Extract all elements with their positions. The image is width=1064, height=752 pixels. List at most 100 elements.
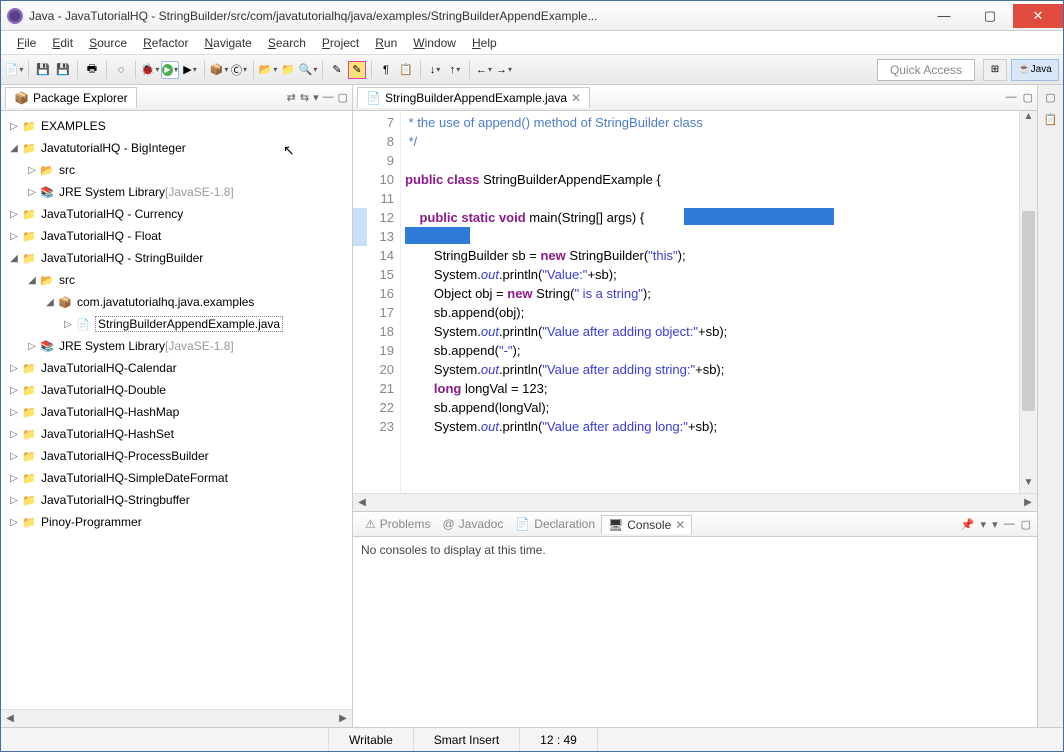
scroll-right-icon[interactable]: ▶: [1019, 497, 1037, 508]
open-task-button[interactable]: 📁: [279, 61, 297, 79]
new-package-button[interactable]: 📦: [210, 61, 228, 79]
tree-item[interactable]: ◢📁JavaTutorialHQ - StringBuilder: [1, 247, 352, 269]
open-perspective-button[interactable]: ⊞: [983, 59, 1007, 81]
new-class-button[interactable]: Ⓒ: [230, 61, 248, 79]
maximize-view-icon[interactable]: ▢: [338, 91, 348, 104]
menu-help[interactable]: Help: [464, 34, 505, 52]
minimize-view-icon[interactable]: —: [323, 91, 334, 104]
tab-console[interactable]: 🖥 Console ✕: [601, 515, 692, 534]
tree-item[interactable]: ◢📁JavatutorialHQ - BigInteger: [1, 137, 352, 159]
toggle-mark-button[interactable]: ✎: [328, 61, 346, 79]
editor-tab[interactable]: 📄 StringBuilderAppendExample.java ✕: [357, 87, 590, 108]
tree-item[interactable]: ▷📚JRE System Library [JavaSE-1.8]: [1, 181, 352, 203]
run-last-button[interactable]: ▶: [181, 61, 199, 79]
prev-annotation-button[interactable]: ↑: [446, 61, 464, 79]
tree-item[interactable]: ▷📁JavaTutorialHQ-Calendar: [1, 357, 352, 379]
link-editor-icon[interactable]: ⇆: [300, 91, 309, 104]
minimize-editor-icon[interactable]: —: [1006, 91, 1017, 104]
skip-breakpoints-button[interactable]: ◌: [112, 61, 130, 79]
line-gutter[interactable]: 7891011121314151617181920212223: [353, 111, 401, 493]
scroll-right-icon[interactable]: ▶: [334, 713, 352, 724]
package-explorer-tab[interactable]: 📦 Package Explorer: [5, 87, 137, 108]
quick-access[interactable]: Quick Access: [877, 59, 975, 81]
menu-window[interactable]: Window: [405, 34, 464, 52]
code-editor[interactable]: 7891011121314151617181920212223 * the us…: [353, 111, 1037, 493]
tree-item[interactable]: ▷📂src: [1, 159, 352, 181]
status-writable: Writable: [329, 728, 414, 751]
minimize-bottom-icon[interactable]: —: [1004, 518, 1015, 531]
open-type-button[interactable]: 📂: [259, 61, 277, 79]
toggle-block-button[interactable]: ✎: [348, 61, 366, 79]
menu-project[interactable]: Project: [314, 34, 367, 52]
annotation-button[interactable]: 📋: [397, 61, 415, 79]
tab-declaration[interactable]: 📄 Declaration: [509, 515, 601, 533]
package-tree[interactable]: ▷📁EXAMPLES◢📁JavatutorialHQ - BigInteger▷…: [1, 111, 352, 709]
bottom-tabs: ⚠ Problems@ Javadoc📄 Declaration🖥 Consol…: [353, 511, 1037, 537]
view-menu-icon[interactable]: ▾: [313, 91, 319, 104]
eclipse-icon: [7, 8, 23, 24]
next-annotation-button[interactable]: ↓: [426, 61, 444, 79]
menu-source[interactable]: Source: [81, 34, 135, 52]
tree-item[interactable]: ◢📦com.javatutorialhq.java.examples: [1, 291, 352, 313]
open-console-icon[interactable]: ▾: [992, 518, 998, 531]
package-explorer-view: 📦 Package Explorer ⇄ ⇆ ▾ — ▢ ▷📁EXAMPLES◢…: [1, 85, 353, 727]
editor-horizontal-scrollbar[interactable]: ◀ ▶: [353, 493, 1037, 511]
back-button[interactable]: ←: [475, 61, 493, 79]
outline-icon[interactable]: 📋: [1043, 113, 1059, 129]
tree-item[interactable]: ▷📁EXAMPLES: [1, 115, 352, 137]
menu-search[interactable]: Search: [260, 34, 314, 52]
tree-item[interactable]: ▷📁JavaTutorialHQ-ProcessBuilder: [1, 445, 352, 467]
vertical-scrollbar[interactable]: ▲ ▼: [1019, 111, 1037, 493]
tree-item[interactable]: ▷📁JavaTutorialHQ-Stringbuffer: [1, 489, 352, 511]
run-button[interactable]: ▶: [161, 61, 179, 79]
maximize-editor-icon[interactable]: ▢: [1023, 91, 1033, 104]
close-button[interactable]: ✕: [1013, 4, 1063, 28]
menu-file[interactable]: File: [9, 34, 44, 52]
menu-refactor[interactable]: Refactor: [135, 34, 196, 52]
tree-item[interactable]: ▷📁Pinoy-Programmer: [1, 511, 352, 533]
horizontal-scrollbar[interactable]: ◀ ▶: [1, 709, 352, 727]
scroll-down-icon[interactable]: ▼: [1020, 477, 1037, 493]
tree-item[interactable]: ▷📁JavaTutorialHQ - Currency: [1, 203, 352, 225]
save-button[interactable]: 💾: [34, 61, 52, 79]
status-position: 12 : 49: [520, 728, 598, 751]
title-bar: Java - JavaTutorialHQ - StringBuilder/sr…: [1, 1, 1063, 31]
menu-run[interactable]: Run: [367, 34, 405, 52]
tree-item[interactable]: ▷📁JavaTutorialHQ-HashSet: [1, 423, 352, 445]
status-bar: Writable Smart Insert 12 : 49: [1, 727, 1063, 751]
minimize-button[interactable]: —: [921, 4, 967, 28]
tree-item[interactable]: ◢📂src: [1, 269, 352, 291]
tree-item[interactable]: ▷📁JavaTutorialHQ-Double: [1, 379, 352, 401]
tab-problems[interactable]: ⚠ Problems: [359, 515, 436, 533]
pin-console-icon[interactable]: 📌: [961, 518, 975, 531]
show-whitespace-button[interactable]: ¶: [377, 61, 395, 79]
scroll-left-icon[interactable]: ◀: [353, 497, 371, 508]
collapse-all-icon[interactable]: ⇄: [287, 91, 296, 104]
tree-item[interactable]: ▷📁JavaTutorialHQ-SimpleDateFormat: [1, 467, 352, 489]
display-console-icon[interactable]: ▾: [981, 518, 987, 531]
tree-item[interactable]: ▷📁JavaTutorialHQ - Float: [1, 225, 352, 247]
restore-icon[interactable]: ▢: [1043, 91, 1059, 107]
menu-edit[interactable]: Edit: [44, 34, 81, 52]
search-button[interactable]: 🔍: [299, 61, 317, 79]
close-tab-icon[interactable]: ✕: [571, 91, 581, 105]
scroll-up-icon[interactable]: ▲: [1020, 111, 1037, 127]
print-button[interactable]: 🖶: [83, 61, 101, 79]
maximize-button[interactable]: ▢: [967, 4, 1013, 28]
new-button[interactable]: 📄: [5, 61, 23, 79]
main-toolbar: 📄 💾 💾 🖶 ◌ 🐞 ▶ ▶ 📦 Ⓒ 📂 📁 🔍 ✎ ✎ ¶ 📋 ↓ ↑ ← …: [1, 55, 1063, 85]
scroll-thumb[interactable]: [1022, 211, 1035, 411]
forward-button[interactable]: →: [495, 61, 513, 79]
menu-navigate[interactable]: Navigate: [196, 34, 259, 52]
console-view: No consoles to display at this time.: [353, 537, 1037, 727]
tree-item[interactable]: ▷📁JavaTutorialHQ-HashMap: [1, 401, 352, 423]
tree-item[interactable]: ▷📄StringBuilderAppendExample.java: [1, 313, 352, 335]
save-all-button[interactable]: 💾: [54, 61, 72, 79]
debug-button[interactable]: 🐞: [141, 61, 159, 79]
java-perspective-button[interactable]: ☕ Java: [1011, 59, 1059, 81]
scroll-left-icon[interactable]: ◀: [1, 713, 19, 724]
maximize-bottom-icon[interactable]: ▢: [1021, 518, 1031, 531]
status-insert: Smart Insert: [414, 728, 520, 751]
tree-item[interactable]: ▷📚JRE System Library [JavaSE-1.8]: [1, 335, 352, 357]
tab-javadoc[interactable]: @ Javadoc: [436, 515, 509, 533]
